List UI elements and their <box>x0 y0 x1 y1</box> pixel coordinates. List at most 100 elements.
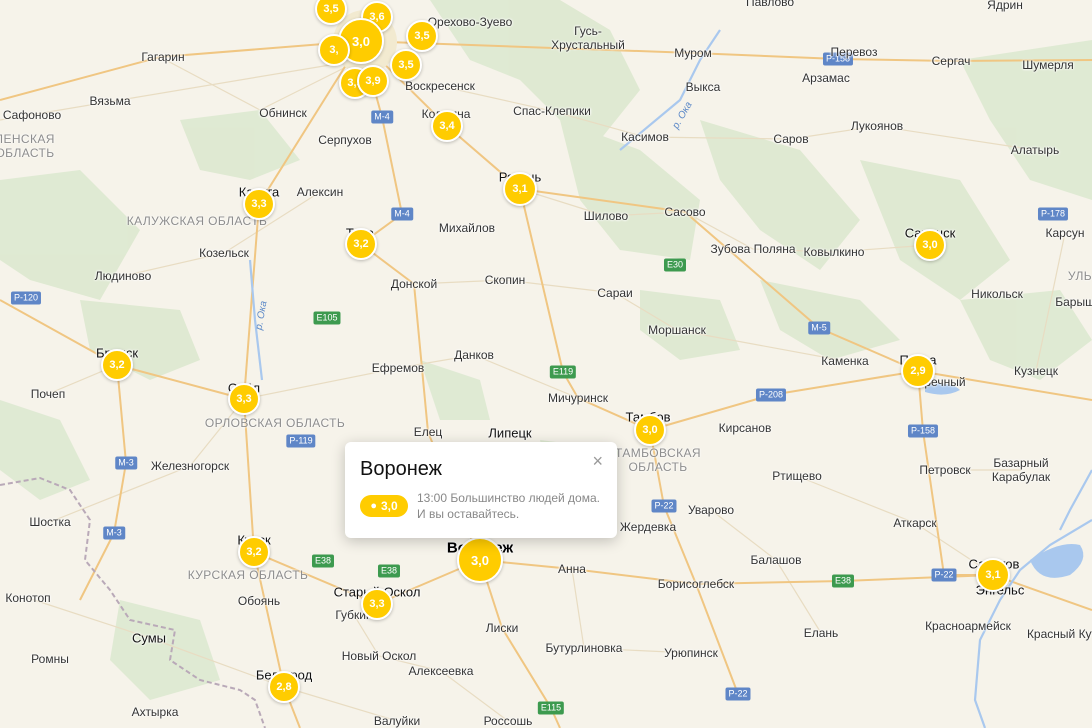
road-shield: E38 <box>377 564 401 578</box>
region-label: УЛЬ <box>1067 269 1092 283</box>
city-label: Ковылкино <box>803 245 865 259</box>
region-label: ОРЛОВСКАЯ ОБЛАСТЬ <box>204 416 346 430</box>
city-label: Саров <box>773 132 809 146</box>
city-label: Ефремов <box>371 361 425 375</box>
self-isolation-marker[interactable]: 3,1 <box>976 558 1010 592</box>
city-label: Вязьма <box>89 94 131 108</box>
city-label: Выкса <box>685 80 721 94</box>
city-label: Перевоз <box>830 45 878 59</box>
city-label: Бутурлиновка <box>545 641 623 655</box>
road-shield: E115 <box>537 701 565 715</box>
city-label: Данков <box>454 348 494 362</box>
city-label: Воскресенск <box>405 79 475 93</box>
road-shield: Р-119 <box>286 434 316 448</box>
city-label: Ромны <box>31 652 69 666</box>
city-label: Ядрин <box>987 0 1023 12</box>
road-shield: М-3 <box>115 456 137 470</box>
self-isolation-marker[interactable]: 3,3 <box>243 188 275 220</box>
city-label: Россошь <box>483 714 533 728</box>
self-isolation-marker[interactable]: 3,1 <box>503 172 537 206</box>
road-shield: М-4 <box>371 110 393 124</box>
self-isolation-marker[interactable]: 3,2 <box>345 228 377 260</box>
city-label: Сараи <box>597 286 633 300</box>
city-label: Урюпинск <box>664 646 718 660</box>
city-label: Кирсанов <box>718 421 772 435</box>
city-label: Муром <box>674 46 712 60</box>
city-label: Петровск <box>919 463 971 477</box>
close-icon[interactable]: × <box>592 451 603 472</box>
self-isolation-marker[interactable]: 3,0 <box>457 537 503 583</box>
city-label: Мичуринск <box>547 391 609 405</box>
city-label: Спас-Клепики <box>513 104 591 118</box>
popup-score-badge: ● 3,0 <box>360 495 408 517</box>
self-isolation-marker[interactable]: 3,2 <box>101 349 133 381</box>
popup-title: Воронеж <box>360 458 443 480</box>
city-label: Орехово-Зуево <box>427 15 513 29</box>
city-label: Каменка <box>821 354 869 368</box>
city-label: Обнинск <box>259 106 307 120</box>
road-shield: Р-22 <box>725 687 751 701</box>
self-isolation-marker[interactable]: 2,9 <box>901 354 935 388</box>
city-label: Балашов <box>750 553 802 567</box>
region-label: КАЛУЖСКАЯ ОБЛАСТЬ <box>126 214 268 228</box>
city-label: Ахтырка <box>131 705 179 719</box>
city-label: Сафоново <box>2 108 62 122</box>
city-label: Людиново <box>94 269 152 283</box>
city-label: Касимов <box>621 130 669 144</box>
road-shield: Р-158 <box>907 424 939 438</box>
city-label: Борисоглебск <box>657 577 735 591</box>
popup-message: 13:00 Большинство людей дома. И вы остав… <box>417 491 600 521</box>
city-label: Базарный Карабулак <box>991 456 1051 484</box>
city-label: Красный Кут <box>1026 627 1092 641</box>
city-label: Шумерля <box>1022 58 1074 72</box>
city-label: Валуйки <box>373 714 421 728</box>
city-label: Сергач <box>931 54 971 68</box>
region-label: ЛЕНСКАЯ ОБЛАСТЬ <box>0 132 55 160</box>
road-shield: Р-22 <box>651 499 677 513</box>
city-label: Козельск <box>199 246 249 260</box>
self-isolation-marker[interactable]: 3,0 <box>914 229 946 261</box>
road-shield: Р-178 <box>1037 207 1069 221</box>
city-label: Лиски <box>485 621 519 635</box>
city-label: Обоянь <box>237 594 281 608</box>
city-label: Уварово <box>687 503 735 517</box>
city-label: Алексеевка <box>408 664 474 678</box>
self-isolation-marker[interactable]: 3, <box>318 34 350 66</box>
popup-score: 3,0 <box>380 499 398 513</box>
self-isolation-marker[interactable]: 3,9 <box>357 65 389 97</box>
self-isolation-marker[interactable]: 3,3 <box>228 383 260 415</box>
self-isolation-marker[interactable]: 3,5 <box>406 20 438 52</box>
city-label: Елань <box>803 626 839 640</box>
region-label: КУРСКАЯ ОБЛАСТЬ <box>187 568 309 582</box>
city-label: Красноармейск <box>925 619 1011 633</box>
city-label: Гагарин <box>141 50 185 64</box>
city-label: Алексин <box>296 185 344 199</box>
city-label: Жердевка <box>619 520 677 534</box>
city-label: Скопин <box>484 273 526 287</box>
city-label: Сумы <box>131 630 167 646</box>
city-label: Кузнецк <box>1014 364 1058 378</box>
road-shield: E105 <box>313 311 341 325</box>
road-shield: М-3 <box>103 526 125 540</box>
city-label: Сасово <box>664 205 706 219</box>
self-isolation-marker[interactable]: 3,0 <box>634 414 666 446</box>
city-label: Железногорск <box>150 459 230 473</box>
self-isolation-marker[interactable]: 3,3 <box>361 588 393 620</box>
self-isolation-marker[interactable]: 2,8 <box>268 671 300 703</box>
road-shield: Р-120 <box>10 291 42 305</box>
city-label: Новый Оскол <box>341 649 417 663</box>
city-label: Михайлов <box>438 221 496 235</box>
city-popup: Воронеж × ● 3,0 13:00 Большинство людей … <box>345 442 617 538</box>
city-label: Барыш <box>1055 295 1092 309</box>
city-label: Никольск <box>971 287 1023 301</box>
road-shield: E30 <box>663 258 687 272</box>
city-label: Анна <box>558 562 586 576</box>
city-label: Гусь- Хрустальный <box>551 24 625 52</box>
self-isolation-marker[interactable]: 3,4 <box>431 110 463 142</box>
city-label: Павлово <box>745 0 795 9</box>
road-shield: М-5 <box>808 321 830 335</box>
city-label: Елец <box>413 425 443 439</box>
self-isolation-marker[interactable]: 3,2 <box>238 536 270 568</box>
self-isolation-marker[interactable]: 3,5 <box>390 49 422 81</box>
city-label: Почеп <box>30 387 66 401</box>
